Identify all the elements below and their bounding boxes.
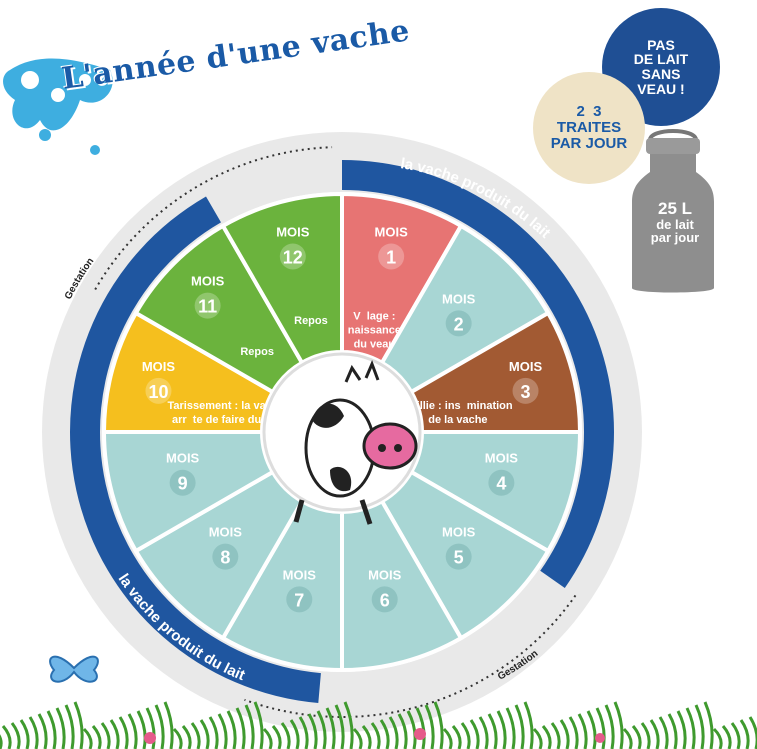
month-label: MOIS [375,224,409,239]
month-label: MOIS [276,224,310,239]
month-description: de la vache [428,414,487,426]
month-wheel: MOIS1V lage :naissancedu veauMOIS2MOIS3S… [42,132,642,732]
month-number: 7 [294,590,304,610]
month-label: MOIS [209,525,243,540]
month-number: 5 [454,548,464,568]
month-description: V lage : [353,310,395,322]
month-label: MOIS [442,291,476,306]
grass-decoration [0,701,757,749]
month-label: MOIS [509,359,543,374]
month-number: 10 [148,382,168,402]
month-number: 8 [220,548,230,568]
month-label: MOIS [485,451,519,466]
month-number: 1 [386,247,396,267]
infographic: L'année d'une vache PAS DE LAIT SANS VEA… [0,0,757,749]
month-label: MOIS [283,567,317,582]
month-label: MOIS [442,525,476,540]
month-description: Repos [240,346,274,358]
month-number: 3 [521,382,531,402]
month-number: 9 [178,474,188,494]
month-number: 4 [496,474,506,494]
month-label: MOIS [142,359,176,374]
month-description: naissance [348,324,401,336]
month-number: 12 [283,247,303,267]
butterfly-icon [49,655,99,683]
month-description: Repos [294,315,328,327]
month-number: 6 [380,590,390,610]
month-label: MOIS [166,451,200,466]
month-number: 11 [198,297,217,317]
month-number: 2 [454,314,464,334]
month-description: Saillie : ins mination [403,400,513,412]
month-label: MOIS [368,567,402,582]
month-label: MOIS [191,274,225,289]
